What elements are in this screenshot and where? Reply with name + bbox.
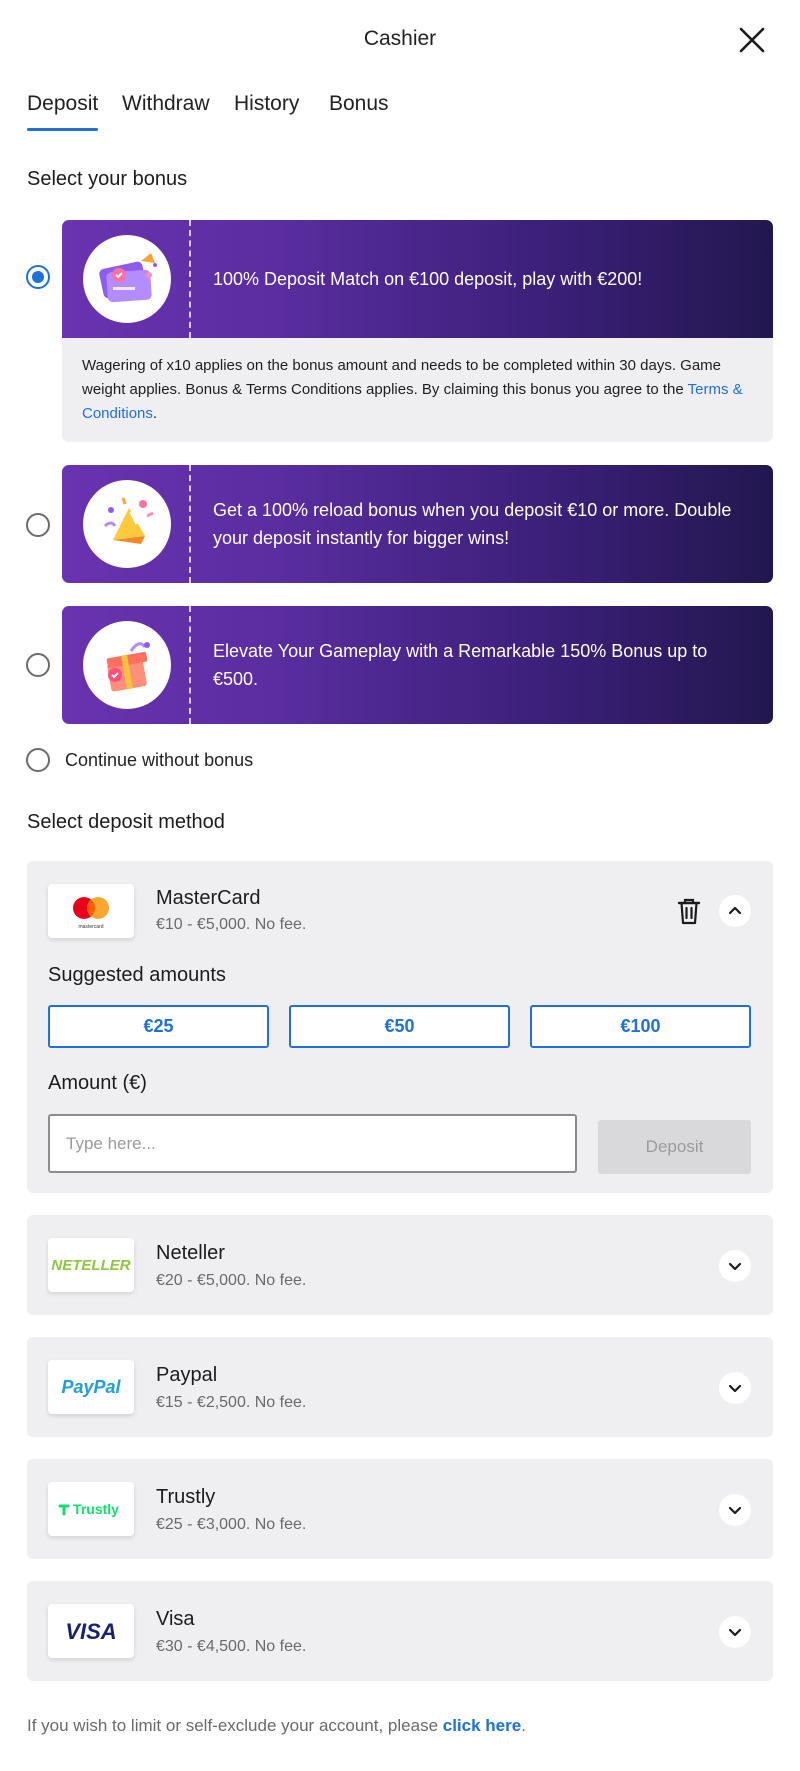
bonus-offer-text: Elevate Your Gameplay with a Remarkable … bbox=[213, 641, 708, 689]
method-visa[interactable]: VISA Visa €30 - €4,500. No fee. bbox=[27, 1581, 773, 1681]
chevron-down-icon bbox=[728, 1384, 742, 1393]
bonus-banner: Elevate Your Gameplay with a Remarkable … bbox=[62, 606, 773, 724]
footer-end: . bbox=[521, 1716, 526, 1735]
expand-button[interactable] bbox=[719, 1250, 751, 1282]
party-popper-icon bbox=[83, 480, 171, 568]
bonus-terms-text: Wagering of x10 applies on the bonus amo… bbox=[82, 357, 722, 398]
bonus-banner: 100% Deposit Match on €100 deposit, play… bbox=[62, 220, 773, 338]
amount-25-button[interactable]: €25 bbox=[48, 1005, 269, 1048]
trustly-logo: Trustly bbox=[48, 1482, 134, 1536]
mastercard-logo: mastercard bbox=[48, 884, 134, 938]
method-range: €30 - €4,500. No fee. bbox=[156, 1638, 307, 1655]
expand-button[interactable] bbox=[719, 1616, 751, 1648]
suggested-amounts-title: Suggested amounts bbox=[48, 964, 226, 986]
self-exclude-link[interactable]: click here bbox=[443, 1716, 521, 1735]
responsible-gaming-note: If you wish to limit or self-exclude you… bbox=[27, 1716, 526, 1736]
footer-text: If you wish to limit or self-exclude you… bbox=[27, 1716, 443, 1735]
bonus-banner: Get a 100% reload bonus when you deposit… bbox=[62, 465, 773, 583]
method-range: €10 - €5,000. No fee. bbox=[156, 916, 307, 933]
method-range: €25 - €3,000. No fee. bbox=[156, 1516, 307, 1533]
amount-100-button[interactable]: €100 bbox=[530, 1005, 751, 1048]
method-name: MasterCard bbox=[156, 887, 261, 909]
expand-button[interactable] bbox=[719, 1372, 751, 1404]
method-name: Paypal bbox=[156, 1364, 218, 1386]
no-bonus-label[interactable]: Continue without bonus bbox=[65, 750, 253, 771]
tab-deposit[interactable]: Deposit bbox=[27, 92, 99, 131]
method-neteller[interactable]: NETELLER Neteller €20 - €5,000. No fee. bbox=[27, 1215, 773, 1315]
bonus-section-title: Select your bonus bbox=[27, 168, 188, 190]
gift-box-icon bbox=[83, 621, 171, 709]
chevron-down-icon bbox=[728, 1628, 742, 1637]
method-range: €15 - €2,500. No fee. bbox=[156, 1394, 307, 1411]
chevron-down-icon bbox=[728, 1262, 742, 1271]
bonus-card-illustration-icon bbox=[83, 235, 171, 323]
method-name: Visa bbox=[156, 1608, 195, 1630]
bonus-terms-end: . bbox=[152, 405, 158, 422]
neteller-logo: NETELLER bbox=[48, 1238, 134, 1292]
bonus-radio-1[interactable] bbox=[26, 265, 50, 289]
svg-text:mastercard: mastercard bbox=[78, 924, 103, 930]
svg-text:VISA: VISA bbox=[65, 1619, 116, 1644]
no-bonus-radio[interactable] bbox=[26, 748, 50, 772]
svg-text:NETELLER: NETELLER bbox=[51, 1257, 130, 1274]
collapse-button[interactable] bbox=[719, 895, 751, 927]
deposit-section-title: Select deposit method bbox=[27, 811, 225, 833]
bonus-radio-2[interactable] bbox=[26, 513, 50, 537]
trash-icon[interactable] bbox=[675, 896, 703, 926]
bonus-offer-text: 100% Deposit Match on €100 deposit, play… bbox=[213, 269, 643, 289]
expand-button[interactable] bbox=[719, 1494, 751, 1526]
deposit-button[interactable]: Deposit bbox=[598, 1120, 751, 1174]
tab-bonus[interactable]: Bonus bbox=[329, 92, 389, 116]
method-name: Trustly bbox=[156, 1486, 216, 1508]
svg-text:PayPal: PayPal bbox=[61, 1377, 121, 1397]
visa-logo: VISA bbox=[48, 1604, 134, 1658]
bonus-offer-text: Get a 100% reload bonus when you deposit… bbox=[213, 500, 732, 548]
svg-text:Trustly: Trustly bbox=[73, 1501, 119, 1517]
tab-history[interactable]: History bbox=[234, 92, 299, 116]
tab-withdraw[interactable]: Withdraw bbox=[122, 92, 210, 116]
chevron-down-icon bbox=[728, 1506, 742, 1515]
dashed-divider bbox=[189, 606, 191, 724]
method-range: €20 - €5,000. No fee. bbox=[156, 1272, 307, 1289]
paypal-logo: PayPal bbox=[48, 1360, 134, 1414]
method-name: Neteller bbox=[156, 1242, 225, 1264]
page-title: Cashier bbox=[363, 27, 437, 50]
method-paypal[interactable]: PayPal Paypal €15 - €2,500. No fee. bbox=[27, 1337, 773, 1437]
amount-label: Amount (€) bbox=[48, 1072, 147, 1094]
method-mastercard: mastercard MasterCard €10 - €5,000. No f… bbox=[27, 861, 773, 1193]
amount-50-button[interactable]: €50 bbox=[289, 1005, 510, 1048]
chevron-up-icon bbox=[728, 906, 742, 915]
dashed-divider bbox=[189, 220, 191, 338]
bonus-offer-1[interactable]: 100% Deposit Match on €100 deposit, play… bbox=[62, 220, 773, 442]
cashier-header: Cashier bbox=[0, 0, 800, 80]
close-icon[interactable] bbox=[738, 26, 766, 54]
bonus-offer-2[interactable]: Get a 100% reload bonus when you deposit… bbox=[62, 465, 773, 583]
bonus-offer-3[interactable]: Elevate Your Gameplay with a Remarkable … bbox=[62, 606, 773, 724]
bonus-terms: Wagering of x10 applies on the bonus amo… bbox=[62, 338, 773, 442]
amount-input[interactable] bbox=[48, 1114, 577, 1173]
method-trustly[interactable]: Trustly Trustly €25 - €3,000. No fee. bbox=[27, 1459, 773, 1559]
bonus-radio-3[interactable] bbox=[26, 653, 50, 677]
dashed-divider bbox=[189, 465, 191, 583]
